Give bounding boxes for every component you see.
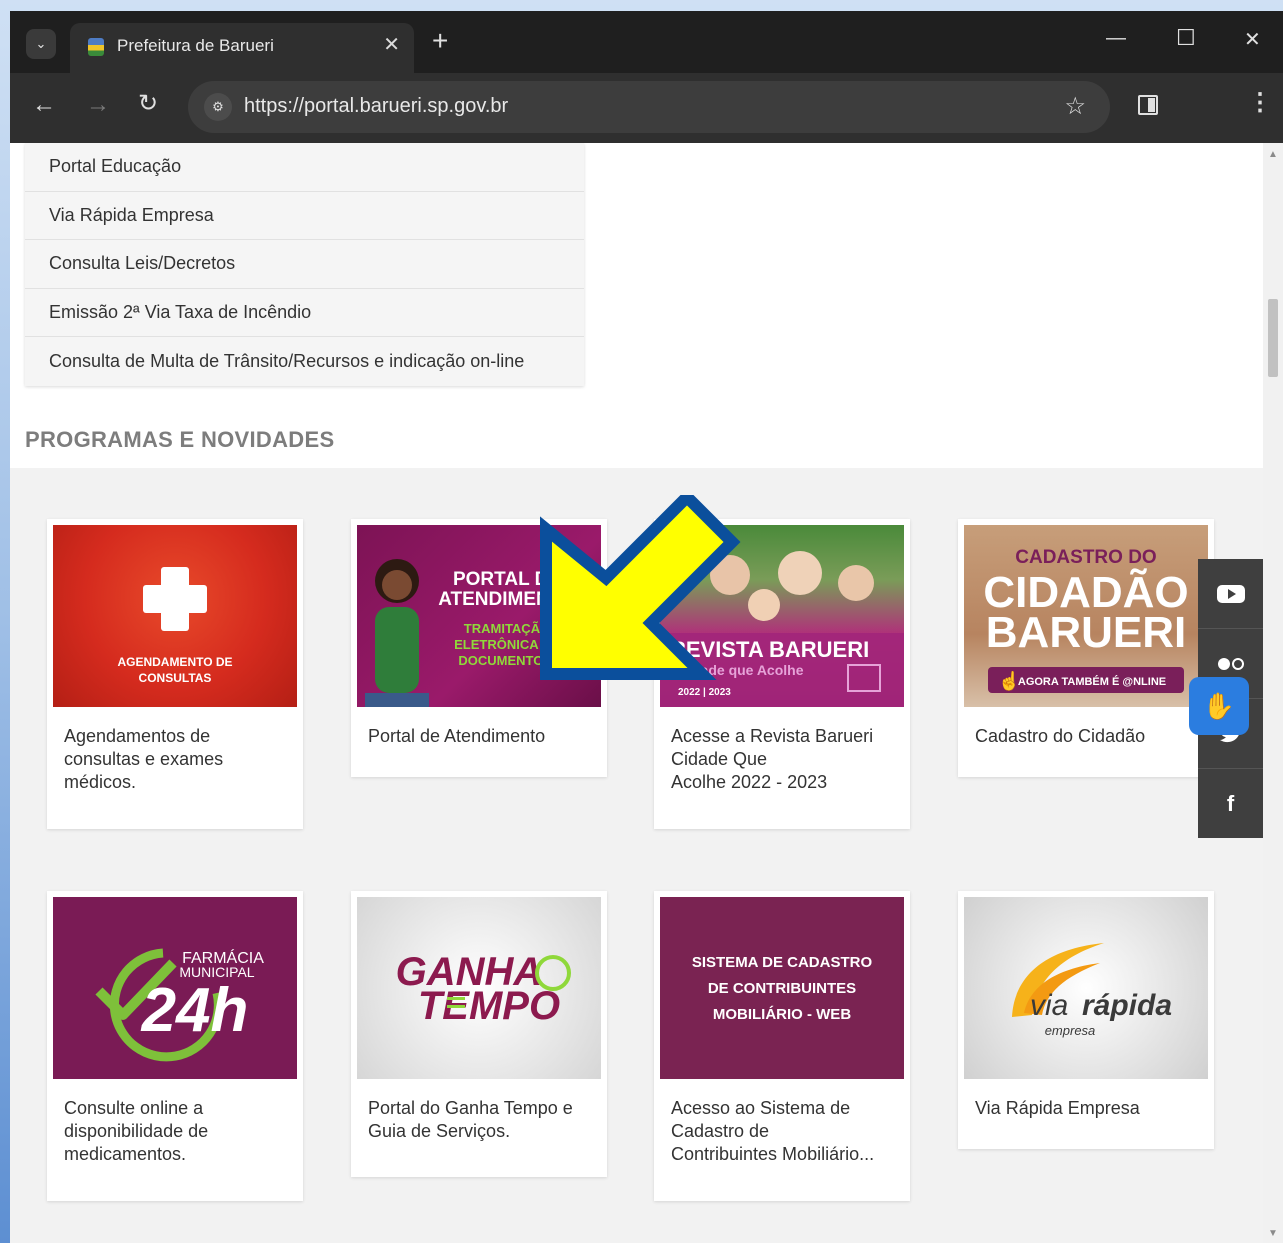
close-window-icon[interactable]: ✕ — [1244, 27, 1261, 52]
medical-cross-icon: AGENDAMENTO DE CONSULTAS — [117, 567, 233, 685]
browser-tab[interactable]: Prefeitura de Barueri ✕ — [70, 23, 414, 73]
card-farmacia[interactable]: FARMÁCIA MUNICIPAL 24h Consulte online a… — [47, 891, 303, 1201]
banner-text: BARUERI — [986, 608, 1186, 657]
link-multa-transito[interactable]: Consulta de Multa de Trânsito/Recursos e… — [25, 337, 584, 386]
card-caption[interactable]: Cadastro do Cidadão — [975, 725, 1200, 748]
forward-icon[interactable]: → — [86, 91, 110, 119]
card-caption[interactable]: Via Rápida Empresa — [975, 1097, 1200, 1120]
banner-via-rapida[interactable]: via rápida empresa — [964, 897, 1208, 1079]
caption-line: Acesso ao Sistema de — [671, 1098, 851, 1118]
banner-text: 24h — [141, 976, 249, 1045]
via-rapida-logo: via rápida empresa — [1012, 943, 1172, 1038]
annotation-arrow — [540, 495, 741, 680]
banner-farmacia[interactable]: FARMÁCIA MUNICIPAL 24h — [53, 897, 297, 1079]
address-bar[interactable]: ⚙ https://portal.barueri.sp.gov.br ☆ — [188, 81, 1110, 133]
card-ganha-tempo[interactable]: GANHA TEMPO Portal do Ganha Tempo e Guia… — [351, 891, 607, 1177]
banner-text: rápida — [1082, 989, 1172, 1022]
banner-cadastro[interactable]: CADASTRO DO CIDADÃO BARUERI AGORA TAMBÉM… — [964, 525, 1208, 707]
browser-toolbar: ← → ↻ ⚙ https://portal.barueri.sp.gov.br… — [10, 73, 1283, 143]
banner-ganha-tempo[interactable]: GANHA TEMPO — [357, 897, 601, 1079]
card-caption[interactable]: Acesse a Revista Barueri Cidade Que Acol… — [671, 725, 896, 794]
scroll-up-icon[interactable]: ▲ — [1268, 149, 1278, 160]
side-panel-icon[interactable] — [1138, 95, 1158, 115]
card-caption[interactable]: Portal do Ganha Tempo e Guia de Serviços… — [368, 1097, 593, 1143]
youtube-icon[interactable] — [1198, 559, 1263, 629]
vertical-scrollbar[interactable]: ▲ ▼ — [1263, 143, 1283, 1243]
link-taxa-incendio[interactable]: Emissão 2ª Via Taxa de Incêndio — [25, 289, 584, 337]
banner-text: AGENDAMENTO DE — [117, 655, 232, 669]
banner-text: via — [1030, 989, 1068, 1022]
tab-strip: ⌄ Prefeitura de Barueri ✕ + — ☐ ✕ — [10, 11, 1283, 73]
card-caption[interactable]: Acesso ao Sistema de Cadastro de Contrib… — [671, 1097, 896, 1166]
section-title: PROGRAMAS E NOVIDADES — [25, 427, 335, 452]
site-info-icon[interactable]: ⚙ — [204, 93, 232, 121]
caption-line: Cidade Que — [671, 749, 768, 769]
card-caption[interactable]: Agendamentos de consultas e exames médic… — [64, 725, 289, 794]
tab-title: Prefeitura de Barueri — [117, 36, 274, 55]
tab-close-icon[interactable]: ✕ — [383, 32, 400, 57]
bookmark-star-icon[interactable]: ☆ — [1064, 92, 1086, 121]
card-caption[interactable]: Portal de Atendimento — [368, 725, 593, 748]
banner-text: MOBILIÁRIO - WEB — [713, 1006, 851, 1023]
ganha-tempo-art: GANHA TEMPO — [396, 950, 571, 1028]
hand-pointer-icon: ☝ — [998, 670, 1020, 692]
banner-text: AGORA TAMBÉM É @NLINE — [1018, 675, 1166, 688]
banner-text: SISTEMA DE CADASTRO — [692, 954, 873, 971]
card-agendamento[interactable]: AGENDAMENTO DE CONSULTAS Agendamentos de… — [47, 519, 303, 829]
browser-menu-icon[interactable]: ⋮ — [1248, 88, 1272, 117]
cadastro-art: CADASTRO DO CIDADÃO BARUERI AGORA TAMBÉM… — [983, 547, 1189, 693]
link-consulta-leis[interactable]: Consulta Leis/Decretos — [25, 240, 584, 289]
site-favicon-icon — [88, 38, 104, 56]
reload-icon[interactable]: ↻ — [138, 89, 158, 118]
minimize-icon[interactable]: — — [1106, 27, 1126, 50]
banner-text: CONSULTAS — [139, 671, 212, 685]
tab-search-icon[interactable]: ⌄ — [26, 29, 56, 59]
caption-line: Contribuintes Mobiliário... — [671, 1144, 875, 1164]
banner-agendamento[interactable]: AGENDAMENTO DE CONSULTAS — [53, 525, 297, 707]
card-sistema-cadastro[interactable]: SISTEMA DE CADASTRO DE CONTRIBUINTES MOB… — [654, 891, 910, 1201]
new-tab-icon[interactable]: + — [432, 25, 448, 57]
maximize-icon[interactable]: ☐ — [1176, 25, 1196, 51]
page-content: Portal Educação Via Rápida Empresa Consu… — [10, 143, 1263, 1243]
scroll-thumb[interactable] — [1268, 299, 1278, 377]
banner-sistema[interactable]: SISTEMA DE CADASTRO DE CONTRIBUINTES MOB… — [660, 897, 904, 1079]
link-via-rapida-empresa[interactable]: Via Rápida Empresa — [25, 192, 584, 240]
card-caption[interactable]: Consulte online a disponibilidade de med… — [64, 1097, 289, 1166]
facebook-icon[interactable]: f — [1198, 769, 1263, 839]
caption-line: Acolhe 2022 - 2023 — [671, 772, 828, 792]
link-portal-educacao[interactable]: Portal Educação — [25, 143, 584, 192]
back-icon[interactable]: ← — [32, 91, 56, 119]
card-via-rapida[interactable]: via rápida empresa Via Rápida Empresa — [958, 891, 1214, 1149]
caption-line: Acesse a Revista Barueri — [671, 726, 874, 746]
farmacia-art: FARMÁCIA MUNICIPAL 24h — [95, 948, 264, 1062]
banner-text: empresa — [1045, 1023, 1096, 1038]
sistema-art: SISTEMA DE CADASTRO DE CONTRIBUINTES MOB… — [692, 954, 873, 1023]
quick-links-list: Portal Educação Via Rápida Empresa Consu… — [25, 143, 584, 386]
banner-text: CADASTRO DO — [1015, 547, 1156, 568]
browser-window: ⌄ Prefeitura de Barueri ✕ + — ☐ ✕ ← → ↻ … — [10, 11, 1283, 1243]
scroll-down-icon[interactable]: ▼ — [1268, 1228, 1278, 1239]
banner-text: DE CONTRIBUINTES — [708, 980, 856, 997]
banner-text: TEMPO — [418, 984, 560, 1028]
caption-line: Cadastro de — [671, 1121, 770, 1141]
card-cadastro-cidadao[interactable]: CADASTRO DO CIDADÃO BARUERI AGORA TAMBÉM… — [958, 519, 1214, 777]
accessibility-hand-icon[interactable]: ✋ — [1189, 677, 1249, 735]
url-text[interactable]: https://portal.barueri.sp.gov.br — [244, 95, 508, 118]
